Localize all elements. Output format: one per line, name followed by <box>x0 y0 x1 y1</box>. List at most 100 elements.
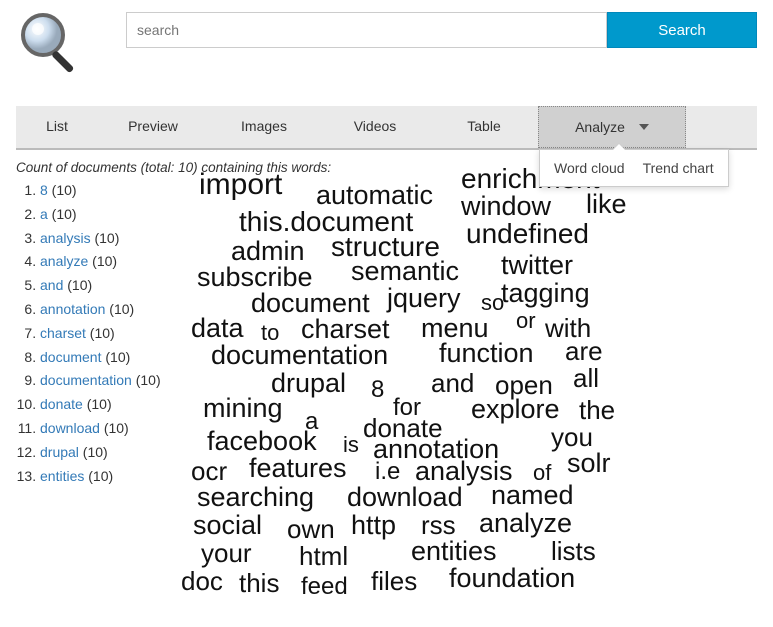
wordlist-item: download (10) <box>40 417 171 441</box>
cloud-word[interactable]: data <box>191 315 244 342</box>
cloud-word[interactable]: own <box>287 516 335 542</box>
tab-videos[interactable]: Videos <box>320 106 430 148</box>
cloud-word[interactable]: http <box>351 512 396 539</box>
wordlist-link[interactable]: and <box>40 277 63 293</box>
cloud-word[interactable]: tagging <box>501 280 590 307</box>
cloud-word[interactable]: window <box>461 193 551 220</box>
cloud-word[interactable]: semantic <box>351 258 459 285</box>
search-logo-icon <box>16 8 86 78</box>
cloud-word[interactable]: documentation <box>211 342 388 369</box>
cloud-word[interactable]: jquery <box>387 285 461 312</box>
word-list-sidebar: Count of documents (total: 10) containin… <box>16 160 171 610</box>
cloud-word[interactable]: undefined <box>466 220 589 248</box>
wordlist-item: drupal (10) <box>40 441 171 465</box>
cloud-word[interactable]: feed <box>301 575 348 599</box>
cloud-word[interactable]: function <box>439 340 534 367</box>
wordlist-link[interactable]: analysis <box>40 230 91 246</box>
cloud-word[interactable]: html <box>299 543 348 569</box>
cloud-word[interactable]: this <box>239 570 279 596</box>
cloud-word[interactable]: explore <box>471 396 560 423</box>
cloud-word[interactable]: admin <box>231 238 305 265</box>
cloud-word[interactable]: are <box>565 338 603 364</box>
cloud-word[interactable]: mining <box>203 395 283 422</box>
wordlist-count: (10) <box>86 325 115 341</box>
cloud-word[interactable]: analyze <box>479 510 572 537</box>
tab-preview[interactable]: Preview <box>98 106 208 148</box>
wordlist-item: analysis (10) <box>40 227 171 251</box>
wordlist-link[interactable]: annotation <box>40 301 105 317</box>
cloud-word[interactable]: you <box>551 424 593 450</box>
wordlist-item: documentation (10) <box>40 369 171 393</box>
tab-list[interactable]: List <box>16 106 98 148</box>
count-label: Count of documents (total: 10) containin… <box>16 160 171 175</box>
cloud-word[interactable]: foundation <box>449 565 575 592</box>
cloud-word[interactable]: download <box>347 484 463 511</box>
cloud-word[interactable]: charset <box>301 316 390 343</box>
tab-bar: List Preview Images Videos Table Analyze… <box>16 106 757 150</box>
search-input[interactable] <box>126 12 607 48</box>
cloud-word[interactable]: files <box>371 568 417 594</box>
menu-word-cloud[interactable]: Word cloud <box>554 160 625 176</box>
cloud-word[interactable]: social <box>193 512 262 539</box>
cloud-word[interactable]: import <box>199 170 282 200</box>
cloud-word[interactable]: 8 <box>371 378 384 402</box>
wordlist-count: (10) <box>83 396 112 412</box>
cloud-word[interactable]: twitter <box>501 252 573 279</box>
wordlist-count: (10) <box>63 277 92 293</box>
wordlist-item: and (10) <box>40 274 171 298</box>
cloud-word[interactable]: rss <box>421 512 456 538</box>
wordlist-link[interactable]: a <box>40 206 48 222</box>
cloud-word[interactable]: automatic <box>316 182 433 209</box>
wordlist-item: a (10) <box>40 203 171 227</box>
wordlist-link[interactable]: drupal <box>40 444 79 460</box>
wordlist-count: (10) <box>100 420 129 436</box>
cloud-word[interactable]: like <box>586 191 627 218</box>
menu-trend-chart[interactable]: Trend chart <box>643 160 714 176</box>
cloud-word[interactable]: the <box>579 397 615 423</box>
cloud-word[interactable]: facebook <box>207 428 317 455</box>
chevron-down-icon <box>639 124 649 130</box>
cloud-word[interactable]: and <box>431 370 474 396</box>
wordlist-item: charset (10) <box>40 322 171 346</box>
wordlist-count: (10) <box>91 230 120 246</box>
wordlist-link[interactable]: donate <box>40 396 83 412</box>
cloud-word[interactable]: solr <box>567 450 611 477</box>
tab-table[interactable]: Table <box>430 106 538 148</box>
tab-images[interactable]: Images <box>208 106 320 148</box>
wordlist-count: (10) <box>101 349 130 365</box>
cloud-word[interactable]: lists <box>551 538 596 564</box>
wordlist-item: donate (10) <box>40 393 171 417</box>
cloud-word[interactable]: searching <box>197 484 314 511</box>
analyze-dropdown: Word cloud Trend chart <box>539 149 729 187</box>
wordlist-link[interactable]: analyze <box>40 253 88 269</box>
cloud-word[interactable]: subscribe <box>197 264 313 291</box>
wordlist-item: annotation (10) <box>40 298 171 322</box>
wordlist-link[interactable]: document <box>40 349 101 365</box>
wordlist-link[interactable]: entities <box>40 468 84 484</box>
word-cloud: importautomaticenrichmentthis.documentwi… <box>171 160 757 610</box>
cloud-word[interactable]: features <box>249 455 347 482</box>
cloud-word[interactable]: document <box>251 290 370 317</box>
wordlist-count: (10) <box>105 301 134 317</box>
wordlist-item: analyze (10) <box>40 250 171 274</box>
cloud-word[interactable]: or <box>516 310 536 332</box>
cloud-word[interactable]: named <box>491 482 574 509</box>
wordlist-count: (10) <box>84 468 113 484</box>
cloud-word[interactable]: your <box>201 540 252 566</box>
wordlist-link[interactable]: 8 <box>40 182 48 198</box>
wordlist-count: (10) <box>48 182 77 198</box>
wordlist-count: (10) <box>88 253 117 269</box>
cloud-word[interactable]: i.e <box>375 460 400 484</box>
wordlist-item: 8 (10) <box>40 179 171 203</box>
cloud-word[interactable]: entities <box>411 538 497 565</box>
wordlist-link[interactable]: charset <box>40 325 86 341</box>
tab-analyze-label: Analyze <box>575 119 625 135</box>
search-button[interactable]: Search <box>607 12 757 48</box>
wordlist-link[interactable]: download <box>40 420 100 436</box>
tab-analyze[interactable]: Analyze Word cloud Trend chart <box>538 106 686 148</box>
cloud-word[interactable]: ocr <box>191 458 227 484</box>
cloud-word[interactable]: doc <box>181 568 223 594</box>
cloud-word[interactable]: all <box>573 365 599 391</box>
wordlist-link[interactable]: documentation <box>40 372 132 388</box>
wordlist-count: (10) <box>48 206 77 222</box>
